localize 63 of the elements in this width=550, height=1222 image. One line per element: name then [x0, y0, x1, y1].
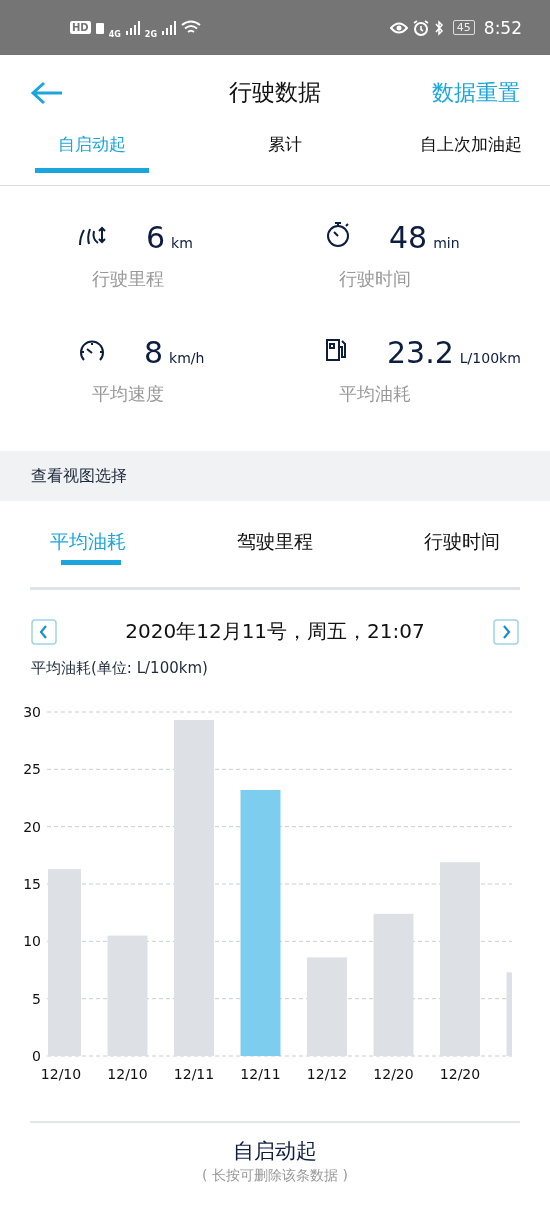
bar[interactable]: [440, 862, 480, 1056]
axis-tick-label: 25: [23, 761, 41, 778]
alarm-icon: [412, 19, 429, 36]
stat-unit: km: [171, 235, 193, 251]
stat-value: 6: [146, 221, 166, 255]
bar[interactable]: [373, 913, 414, 1056]
speedometer-icon: [78, 338, 106, 362]
network-label: 2G: [144, 30, 157, 39]
sim-icon: [95, 21, 104, 34]
wifi-icon: [180, 20, 201, 35]
road-icon: [78, 225, 108, 247]
tab[interactable]: 累计: [267, 130, 302, 173]
eye-icon: [389, 21, 408, 34]
tab[interactable]: 行驶时间: [424, 523, 500, 565]
stat-label: 平均速度: [91, 382, 164, 406]
stat-label: 行驶时间: [338, 267, 411, 291]
bar[interactable]: [307, 957, 347, 1056]
fuel-pump-icon: [325, 338, 349, 362]
bar[interactable]: [506, 972, 512, 1056]
stat-unit: km/h: [169, 350, 205, 366]
axis-tick-label: 15: [23, 876, 41, 892]
bar[interactable]: [107, 935, 148, 1056]
axis-tick-label: 20: [23, 818, 41, 835]
bar[interactable]: [174, 720, 214, 1056]
stat-label: 平均油耗: [338, 382, 411, 406]
battery-icon: 45: [452, 20, 475, 35]
axis-tick-label: 12/11: [173, 1066, 215, 1082]
signal-icon: [125, 20, 140, 35]
axis-tick-label: 12/12: [306, 1066, 348, 1082]
axis-tick-label: 12/20: [373, 1066, 414, 1082]
stopwatch-icon: [325, 221, 351, 247]
axis-tick-label: 12/11: [240, 1066, 281, 1082]
signal-icon: [161, 20, 176, 35]
stat-value: 8: [144, 336, 164, 370]
stat-unit: L/100km: [459, 350, 521, 366]
stat-value: 48: [389, 221, 428, 255]
footer-hint: ( 长按可删除该条数据 ): [202, 1167, 348, 1185]
bluetooth-icon: [433, 19, 444, 36]
axis-tick-label: 12/10: [107, 1066, 148, 1082]
page-title: 行驶数据: [228, 78, 322, 107]
status-time: 8:52: [483, 17, 522, 38]
stat-unit: min: [433, 235, 460, 251]
bar[interactable]: [48, 869, 81, 1056]
chart-caption: 平均油耗(单位: L/100km): [31, 659, 209, 678]
stat-value: 23.2: [387, 336, 454, 370]
axis-tick-label: 10: [23, 933, 41, 950]
section-title: 查看视图选择: [31, 465, 127, 487]
tab[interactable]: 自上次加油起: [420, 130, 522, 173]
axis-tick-label: 12/10: [40, 1066, 82, 1082]
footer-title: 自启动起: [233, 1138, 317, 1165]
next-button[interactable]: [493, 618, 519, 645]
stat-label: 行驶里程: [91, 267, 164, 291]
bar[interactable]: [240, 789, 281, 1056]
hd-badge: HD: [70, 21, 91, 34]
axis-tick-label: 0: [32, 1048, 41, 1064]
previous-button[interactable]: [31, 618, 57, 645]
network-label: 4G: [108, 30, 121, 39]
axis-tick-label: 5: [32, 990, 41, 1007]
date-label: 2020年12月11号，周五，21:07: [125, 618, 425, 645]
back-arrow-icon[interactable]: [30, 80, 64, 105]
axis-tick-label: 12/20: [439, 1066, 481, 1082]
axis-tick-label: 30: [23, 704, 41, 720]
tab[interactable]: 驾驶里程: [237, 523, 313, 565]
